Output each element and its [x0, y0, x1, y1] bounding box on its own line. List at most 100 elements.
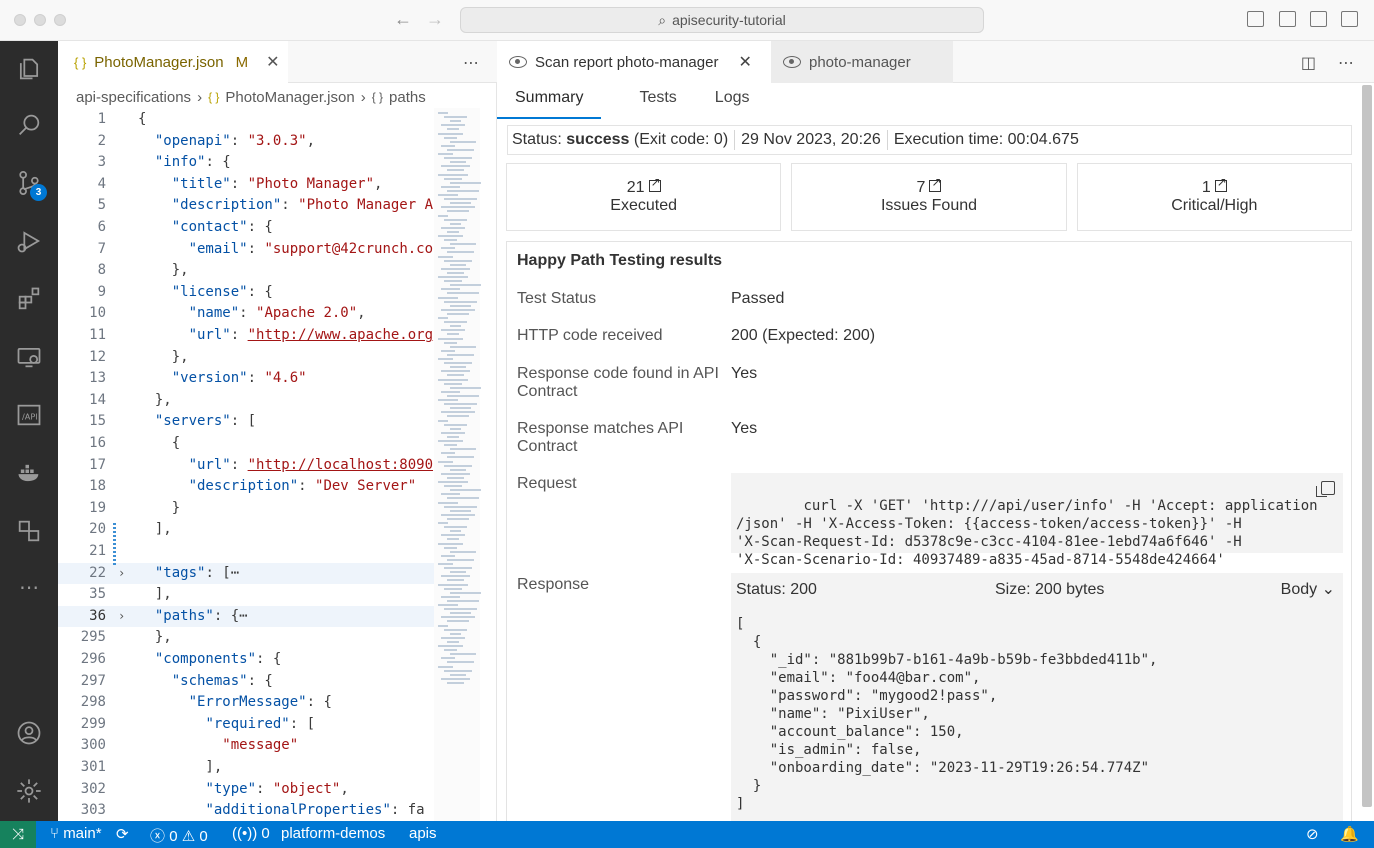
apis-folder[interactable]: apis	[409, 825, 437, 842]
code-line[interactable]: 35 ],	[58, 584, 434, 606]
extensions-icon[interactable]	[0, 275, 58, 323]
request-curl-box[interactable]: curl -X 'GET' 'http:///api/user/info' -H…	[731, 473, 1343, 568]
code-line[interactable]: 12 },	[58, 347, 434, 369]
code-line[interactable]: 296 "components": {	[58, 649, 434, 671]
command-center-search[interactable]: ⌕ apisecurity-tutorial	[460, 7, 984, 33]
ports-indicator[interactable]: ((•)) 0	[232, 825, 270, 842]
code-line[interactable]: 298 "ErrorMessage": {	[58, 692, 434, 714]
copilot-disabled-icon[interactable]: ⊘	[1306, 825, 1319, 843]
close-tab-icon[interactable]: ✕	[738, 52, 751, 72]
containers-icon[interactable]	[0, 507, 58, 555]
minimap-line	[444, 444, 457, 447]
response-view-dropdown[interactable]: Body ⌄	[1281, 579, 1335, 599]
code-line[interactable]: 6 "contact": {	[58, 217, 434, 239]
code-line[interactable]: 7 "email": "support@42crunch.co	[58, 239, 434, 261]
code-line[interactable]: 4 "title": "Photo Manager",	[58, 174, 434, 196]
minimap-line	[447, 476, 464, 479]
split-editor-icon[interactable]: ◫	[1301, 53, 1316, 73]
platform-profile[interactable]: platform-demos	[281, 825, 385, 842]
customize-layout-icon[interactable]	[1341, 11, 1358, 27]
panel-scrollbar[interactable]	[1362, 85, 1372, 807]
minimap-line	[444, 157, 472, 160]
toggle-secondary-sidebar-icon[interactable]	[1310, 11, 1327, 27]
code-line[interactable]: 15 "servers": [	[58, 411, 434, 433]
more-views-icon[interactable]: ⋯	[0, 563, 58, 611]
subtab-summary[interactable]: Summary	[497, 83, 602, 119]
code-line[interactable]: 297 "schemas": {	[58, 671, 434, 693]
code-line[interactable]: 295 },	[58, 627, 434, 649]
code-editor[interactable]: 1{2 "openapi": "3.0.3", 3 "info": {4 "tit…	[58, 108, 434, 821]
code-line[interactable]: 299 "required": [	[58, 714, 434, 736]
code-line[interactable]: 1{	[58, 109, 434, 131]
code-line[interactable]: 13 "version": "4.6"	[58, 368, 434, 390]
code-line[interactable]: 303 "additionalProperties": fa	[58, 800, 434, 821]
response-box: Status: 200 Size: 200 bytes Body ⌄ [ { "…	[731, 573, 1343, 821]
copy-icon[interactable]	[1316, 481, 1335, 497]
minimize-window-button[interactable]	[34, 14, 46, 26]
code-line[interactable]: 2 "openapi": "3.0.3",	[58, 131, 434, 153]
toggle-panel-icon[interactable]	[1279, 11, 1296, 27]
fold-chevron-icon[interactable]: ›	[118, 606, 125, 628]
minimap-line	[447, 517, 469, 520]
problems-indicator[interactable]: ⓧ 0 ⚠ 0	[150, 825, 208, 846]
manage-gear-icon[interactable]	[0, 767, 58, 815]
code-line[interactable]: 300 "message"	[58, 735, 434, 757]
docker-icon[interactable]	[0, 449, 58, 497]
accounts-icon[interactable]	[0, 709, 58, 757]
code-line[interactable]: 301 ],	[58, 757, 434, 779]
code-line[interactable]: 8 },	[58, 260, 434, 282]
subtab-tests[interactable]: Tests	[639, 83, 676, 119]
subtab-logs[interactable]: Logs	[715, 83, 750, 119]
code-line[interactable]: 3 "info": {	[58, 152, 434, 174]
code-line[interactable]: 9 "license": {	[58, 282, 434, 304]
stat-issues-found[interactable]: 7 Issues Found	[791, 163, 1067, 231]
run-debug-icon[interactable]	[0, 217, 58, 265]
code-line[interactable]: 17 "url": "http://localhost:8090	[58, 455, 434, 477]
external-link-icon	[648, 175, 661, 192]
close-window-button[interactable]	[14, 14, 26, 26]
sync-icon[interactable]: ⟳	[116, 825, 129, 843]
branch-indicator[interactable]: ⑂ main*	[50, 825, 102, 842]
response-header: Status: 200 Size: 200 bytes Body ⌄	[731, 573, 1343, 605]
code-line[interactable]: 14 },	[58, 390, 434, 412]
minimap-line	[438, 542, 463, 545]
remote-indicator-icon[interactable]: ⤨	[0, 821, 36, 848]
more-actions-icon[interactable]: ⋯	[1338, 53, 1354, 73]
search-icon[interactable]	[0, 101, 58, 149]
code-line[interactable]: 302 "type": "object",	[58, 779, 434, 801]
back-arrow-icon[interactable]: ←	[394, 9, 412, 30]
tab-scan-report[interactable]: Scan report photo-manager ✕	[497, 41, 771, 83]
code-line[interactable]: 18 "description": "Dev Server"	[58, 476, 434, 498]
minimap[interactable]	[434, 108, 481, 821]
code-text: {	[138, 111, 147, 127]
toggle-primary-sidebar-icon[interactable]	[1247, 11, 1264, 27]
fold-chevron-icon[interactable]: ›	[118, 563, 125, 585]
source-control-icon[interactable]: 3	[0, 159, 58, 207]
more-actions-icon[interactable]: ⋯	[463, 53, 479, 73]
line-number: 8	[97, 262, 106, 279]
code-line[interactable]: 16 {	[58, 433, 434, 455]
stat-critical-high[interactable]: 1 Critical/High	[1076, 163, 1352, 231]
close-tab-icon[interactable]: ✕	[266, 52, 279, 72]
code-line[interactable]: 36 › "paths": {⋯	[58, 605, 434, 628]
forward-arrow-icon[interactable]: →	[426, 9, 444, 30]
code-line[interactable]: 11 "url": "http://www.apache.org	[58, 325, 434, 347]
code-line[interactable]: 5 "description": "Photo Manager A	[58, 195, 434, 217]
tab-photomanager-json[interactable]: { } PhotoManager.json M ✕	[58, 41, 288, 83]
stat-executed[interactable]: 21 Executed	[506, 163, 782, 231]
explorer-icon[interactable]	[0, 45, 58, 93]
zoom-window-button[interactable]	[54, 14, 66, 26]
minimap-line	[444, 546, 457, 549]
notifications-bell-icon[interactable]: 🔔	[1340, 825, 1359, 843]
code-line[interactable]: 10 "name": "Apache 2.0",	[58, 303, 434, 325]
minimap-line	[441, 431, 465, 434]
api-icon[interactable]: /API	[0, 391, 58, 439]
tab-photo-manager[interactable]: photo-manager	[771, 41, 953, 83]
remote-explorer-icon[interactable]	[0, 333, 58, 381]
line-number: 301	[80, 759, 106, 775]
results-title: Happy Path Testing results	[517, 252, 723, 269]
breadcrumb-folder[interactable]: api-specifications	[76, 89, 191, 106]
breadcrumb-symbol[interactable]: paths	[389, 89, 426, 106]
breadcrumb-file[interactable]: PhotoManager.json	[225, 89, 354, 106]
code-line[interactable]: 19 }	[58, 498, 434, 520]
